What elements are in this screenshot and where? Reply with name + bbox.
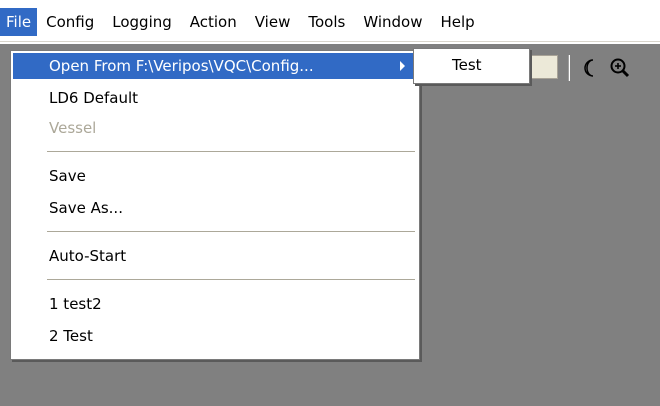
moon-icon[interactable] [578,56,602,80]
file-menu-dropdown: Open From F:\Veripos\VQC\Config... LD6 D… [10,50,420,360]
menu-separator [47,279,415,281]
menu-item-save-as[interactable]: Save As... [13,195,417,221]
menu-config[interactable]: Config [37,8,103,36]
menu-item-open-from[interactable]: Open From F:\Veripos\VQC\Config... [13,53,417,79]
menu-item-ld6-default[interactable]: LD6 Default [13,85,417,111]
zoom-in-icon[interactable] [608,56,632,80]
menu-action[interactable]: Action [181,8,246,36]
menu-window[interactable]: Window [354,8,431,36]
menu-view[interactable]: View [246,8,300,36]
menu-help[interactable]: Help [431,8,483,36]
menu-logging[interactable]: Logging [103,8,181,36]
toolbar-separator [568,55,570,81]
menu-file[interactable]: File [0,7,38,36]
submenu-item-test[interactable]: Test [416,51,527,79]
menu-item-recent-1[interactable]: 1 test2 [13,291,417,317]
menu-item-auto-start[interactable]: Auto-Start [13,243,417,269]
menu-tools[interactable]: Tools [299,8,354,36]
menu-separator [47,151,415,153]
menu-item-save[interactable]: Save [13,163,417,189]
open-from-submenu: Test [413,48,530,84]
submenu-arrow-icon [400,61,405,71]
menu-item-recent-2[interactable]: 2 Test [13,323,417,349]
menu-item-vessel: Vessel [49,119,97,137]
menu-separator [47,231,415,233]
toolbar-field[interactable] [528,55,558,79]
menu-item-label: Open From F:\Veripos\VQC\Config... [49,57,314,75]
menu-bar: File Config Logging Action View Tools Wi… [0,0,660,42]
